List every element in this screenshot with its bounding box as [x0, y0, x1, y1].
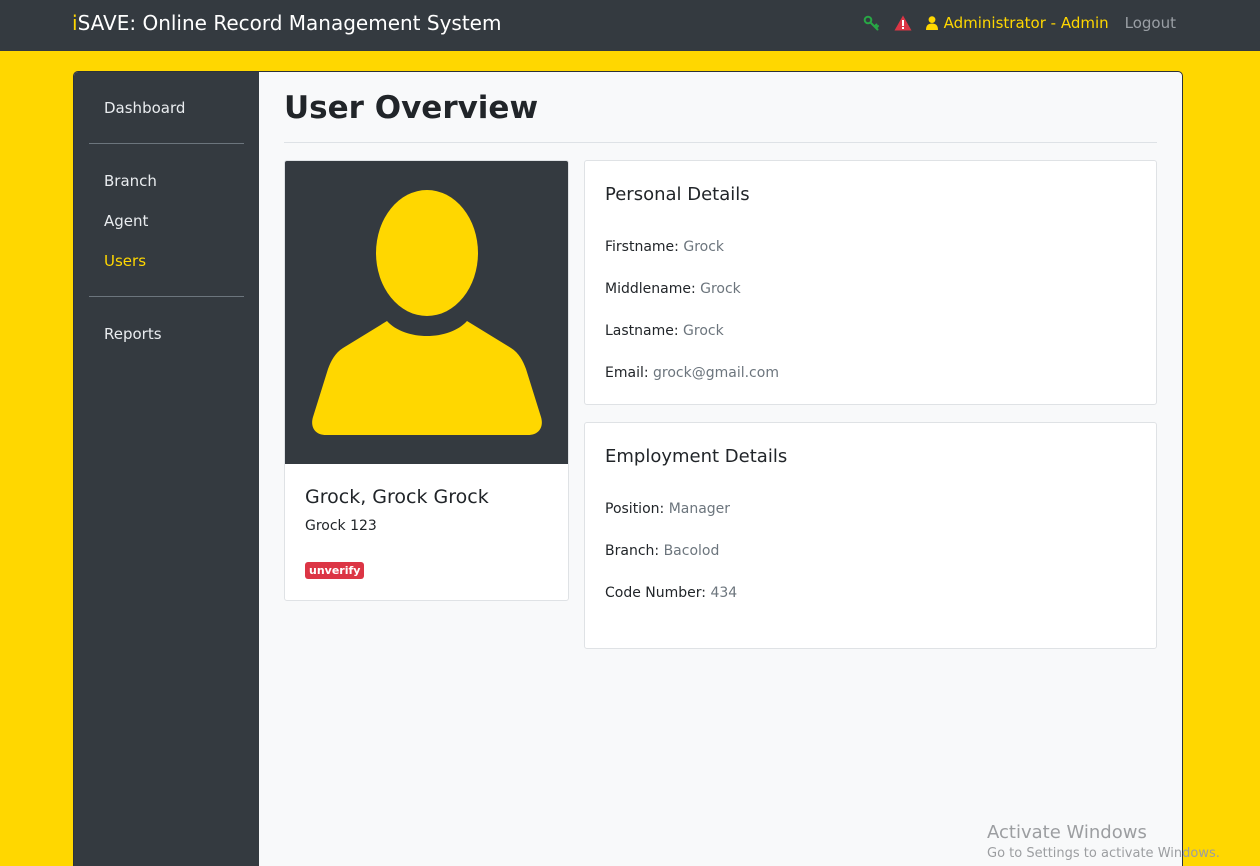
page-title: User Overview — [284, 90, 539, 126]
navbar-right: Administrator - Admin Logout — [863, 14, 1176, 32]
employment-details-title: Employment Details — [605, 446, 788, 467]
personal-details-card: Personal Details Firstname: Grock Middle… — [584, 160, 1157, 405]
sidebar-divider — [89, 296, 244, 297]
sidebar-divider — [89, 143, 244, 144]
sidebar-item-agent[interactable]: Agent — [104, 212, 148, 230]
position-label: Position: — [605, 501, 665, 517]
activate-windows-watermark: Activate Windows Go to Settings to activ… — [987, 822, 1220, 861]
branch-value: Bacolod — [663, 543, 720, 559]
profile-card: Grock, Grock Grock Grock 123 unverify — [284, 160, 569, 601]
brand-name: SAVE: Online Record Management System — [77, 11, 502, 35]
sidebar-item-dashboard[interactable]: Dashboard — [104, 99, 185, 117]
sidebar: Dashboard Branch Agent Users Reports — [74, 72, 259, 866]
title-divider — [284, 142, 1157, 143]
sidebar-item-users[interactable]: Users — [104, 252, 146, 270]
user-icon — [925, 16, 938, 30]
email-row: Email: grock@gmail.com — [605, 365, 779, 381]
code-number-label: Code Number: — [605, 585, 707, 601]
warning-icon[interactable] — [894, 15, 912, 31]
code-number-row: Code Number: 434 — [605, 585, 737, 601]
code-number-value: 434 — [710, 585, 738, 601]
status-badge: unverify — [305, 562, 365, 579]
personal-details-title: Personal Details — [605, 184, 750, 205]
person-avatar-icon — [312, 190, 542, 435]
email-value: grock@gmail.com — [653, 365, 779, 381]
lastname-row: Lastname: Grock — [605, 323, 724, 339]
user-label: Administrator - Admin — [943, 14, 1109, 32]
firstname-row: Firstname: Grock — [605, 239, 724, 255]
lastname-value: Grock — [683, 323, 724, 339]
middlename-label: Middlename: — [605, 281, 696, 297]
middlename-value: Grock — [700, 281, 741, 297]
position-row: Position: Manager — [605, 501, 730, 517]
sidebar-item-reports[interactable]: Reports — [104, 325, 162, 343]
employment-details-card: Employment Details Position: Manager Bra… — [584, 422, 1157, 649]
branch-row: Branch: Bacolod — [605, 543, 719, 559]
branch-label: Branch: — [605, 543, 660, 559]
profile-name: Grock, Grock Grock — [305, 486, 489, 508]
user-menu[interactable]: Administrator - Admin — [925, 14, 1109, 32]
key-icon[interactable] — [863, 15, 880, 32]
brand-title[interactable]: iSAVE: Online Record Management System — [72, 11, 501, 35]
lastname-label: Lastname: — [605, 323, 679, 339]
app-shell: Dashboard Branch Agent Users Reports Use… — [73, 71, 1183, 866]
watermark-line2: Go to Settings to activate Windows. — [987, 846, 1220, 861]
sidebar-item-branch[interactable]: Branch — [104, 172, 157, 190]
position-value: Manager — [668, 501, 731, 517]
firstname-label: Firstname: — [605, 239, 679, 255]
main-content: User Overview Grock, Grock Grock Grock 1… — [259, 72, 1182, 866]
top-navbar: iSAVE: Online Record Management System A… — [0, 0, 1260, 51]
avatar — [285, 161, 568, 464]
email-label: Email: — [605, 365, 649, 381]
firstname-value: Grock — [683, 239, 725, 255]
middlename-row: Middlename: Grock — [605, 281, 741, 297]
watermark-line1: Activate Windows — [987, 822, 1147, 843]
profile-username: Grock 123 — [305, 518, 377, 534]
logout-link[interactable]: Logout — [1125, 14, 1176, 32]
